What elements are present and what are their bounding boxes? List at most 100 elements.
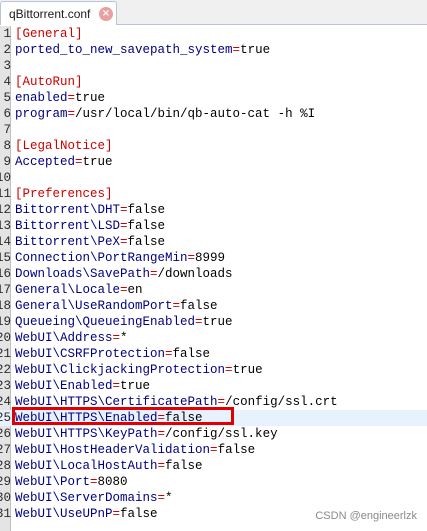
code-line[interactable]: 13 Bittorrent\LSD=false — [0, 218, 427, 234]
config-value: true — [75, 91, 106, 105]
equals-sign: = — [172, 299, 181, 313]
config-key: enabled — [15, 91, 68, 105]
config-value: true — [82, 155, 113, 169]
line-text: WebUI\Port=8080 — [15, 474, 128, 490]
equals-sign: = — [157, 459, 166, 473]
line-number: 18 — [0, 299, 11, 313]
config-value: /downloads — [157, 267, 233, 281]
line-number: 15 — [0, 251, 11, 265]
line-text: Connection\PortRangeMin=8999 — [15, 250, 225, 266]
code-line[interactable]: 8 [LegalNotice] — [0, 138, 427, 154]
config-value: true — [120, 379, 151, 393]
code-line[interactable]: 14 Bittorrent\PeX=false — [0, 234, 427, 250]
equals-sign: = — [120, 283, 128, 297]
config-value: false — [127, 235, 166, 249]
equals-sign: = — [157, 427, 166, 441]
line-text: WebUI\ServerDomains=* — [15, 490, 173, 506]
line-text: WebUI\Address=* — [15, 330, 128, 346]
code-line[interactable]: 5 enabled=true — [0, 90, 427, 106]
config-key: program — [15, 107, 68, 121]
line-text: ported_to_new_savepath_system=true — [15, 42, 270, 58]
code-line[interactable]: 19 Queueing\QueueingEnabled=true — [0, 314, 427, 330]
config-key: WebUI\HostHeaderValidation — [15, 443, 211, 457]
code-line[interactable]: 22 WebUI\ClickjackingProtection=true — [0, 362, 427, 378]
code-line[interactable]: 7 — [0, 122, 427, 138]
equals-sign: = — [225, 363, 233, 377]
code-line[interactable]: 4 [AutoRun] — [0, 74, 427, 90]
close-icon[interactable]: × — [99, 7, 113, 21]
config-key: General\Locale — [15, 283, 121, 297]
equals-sign: = — [120, 203, 128, 217]
config-key: Bittorrent\LSD — [15, 219, 121, 233]
line-text: WebUI\HostHeaderValidation=false — [15, 442, 255, 458]
section-header: [LegalNotice] — [15, 139, 113, 153]
config-value: /config/ssl.crt — [225, 395, 338, 409]
code-line[interactable]: 16 Downloads\SavePath=/downloads — [0, 266, 427, 282]
code-line[interactable]: 3 — [0, 58, 427, 74]
code-line[interactable]: 20 WebUI\Address=* — [0, 330, 427, 346]
code-line[interactable]: 29 WebUI\Port=8080 — [0, 474, 427, 490]
equals-sign: = — [195, 315, 203, 329]
code-line[interactable]: 15 Connection\PortRangeMin=8999 — [0, 250, 427, 266]
equals-sign: = — [67, 91, 76, 105]
equals-sign: = — [232, 43, 241, 57]
line-number: 10 — [0, 171, 11, 185]
config-value: true — [202, 315, 233, 329]
config-value: false — [127, 203, 166, 217]
section-header: [Preferences] — [15, 187, 113, 201]
code-line[interactable]: 23 WebUI\Enabled=true — [0, 378, 427, 394]
line-number: 31 — [0, 507, 11, 521]
tab-qbittorrent-conf[interactable]: qBittorrent.conf × — [0, 1, 117, 25]
code-line[interactable]: 12 Bittorrent\DHT=false — [0, 202, 427, 218]
code-line[interactable]: 30 WebUI\ServerDomains=* — [0, 490, 427, 506]
equals-sign: = — [112, 331, 121, 345]
line-text: [General] — [15, 26, 83, 42]
code-line[interactable]: 21 WebUI\CSRFProtection=false — [0, 346, 427, 362]
code-line[interactable]: 27 WebUI\HostHeaderValidation=false — [0, 442, 427, 458]
watermark: CSDN @engineerlzk — [315, 510, 417, 522]
code-line[interactable]: 2 ported_to_new_savepath_system=true — [0, 42, 427, 58]
code-line[interactable]: 11 [Preferences] — [0, 186, 427, 202]
code-line[interactable]: 1 [General] — [0, 26, 427, 42]
line-text: enabled=true — [15, 90, 105, 106]
config-key: WebUI\CSRFProtection — [15, 347, 166, 361]
config-value: false — [127, 219, 166, 233]
equals-sign: = — [210, 443, 218, 457]
line-number: 11 — [0, 187, 11, 201]
line-number: 12 — [0, 203, 11, 217]
section-header: [General] — [15, 27, 83, 41]
line-number: 7 — [3, 123, 11, 137]
config-key: WebUI\Address — [15, 331, 113, 345]
tab-title: qBittorrent.conf — [9, 7, 91, 21]
equals-sign: = — [67, 107, 76, 121]
code-line[interactable]: 6 program=/usr/local/bin/qb-auto-cat -h %… — [0, 106, 427, 122]
config-value: * — [120, 331, 128, 345]
code-line[interactable]: 17 General\Locale=en — [0, 282, 427, 298]
line-number: 19 — [0, 315, 11, 329]
code-line[interactable]: 26 WebUI\HTTPS\KeyPath=/config/ssl.key — [0, 426, 427, 442]
equals-sign: = — [112, 507, 121, 521]
text-editor[interactable]: 1 [General] 2 ported_to_new_savepath_system… — [0, 26, 427, 531]
line-number: 13 — [0, 219, 11, 233]
config-key: WebUI\Port — [15, 475, 91, 489]
equals-sign: = — [150, 267, 158, 281]
config-key: WebUI\UseUPnP — [15, 507, 113, 521]
config-key: WebUI\HTTPS\KeyPath — [15, 427, 158, 441]
line-number: 21 — [0, 347, 11, 361]
line-number: 8 — [3, 139, 11, 153]
line-text: [AutoRun] — [15, 74, 83, 90]
config-value: false — [172, 347, 211, 361]
config-key: Accepted — [15, 155, 76, 169]
line-text: WebUI\ClickjackingProtection=true — [15, 362, 263, 378]
equals-sign: = — [187, 251, 196, 265]
code-line[interactable]: 10 — [0, 170, 427, 186]
code-line[interactable]: 28 WebUI\LocalHostAuth=false — [0, 458, 427, 474]
line-text: Bittorrent\PeX=false — [15, 234, 165, 250]
config-value: 8080 — [97, 475, 128, 489]
code-line[interactable]: 18 General\UseRandomPort=false — [0, 298, 427, 314]
code-line[interactable]: 9 Accepted=true — [0, 154, 427, 170]
line-number: 26 — [0, 427, 11, 441]
line-text: Accepted=true — [15, 154, 113, 170]
config-value: /usr/local/bin/qb-auto-cat -h %I — [75, 107, 316, 121]
config-key: Downloads\SavePath — [15, 267, 151, 281]
